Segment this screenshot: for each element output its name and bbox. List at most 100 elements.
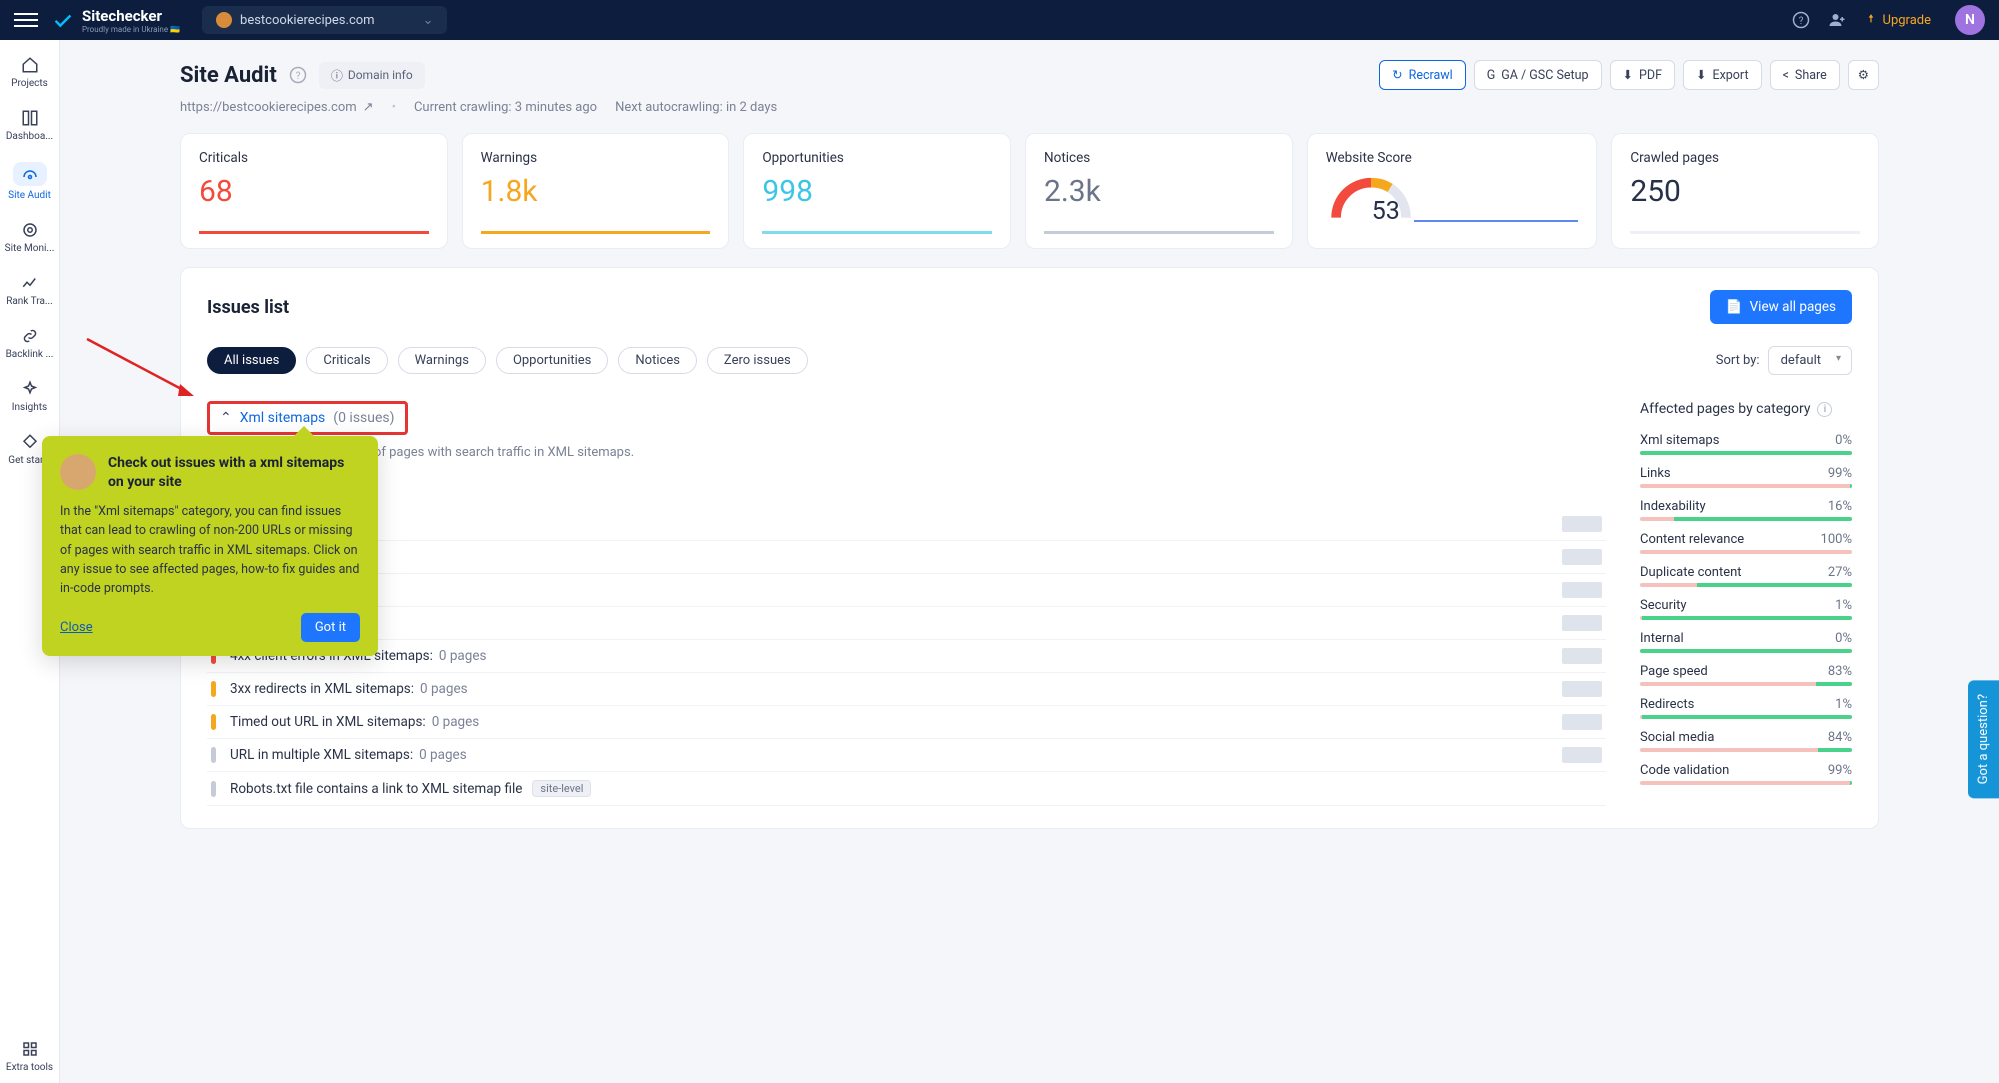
settings-button[interactable]: ⚙ [1848, 60, 1879, 90]
site-level-badge: site-level [532, 780, 591, 797]
category-row[interactable]: Xml sitemaps0% [1640, 433, 1852, 448]
issue-row[interactable]: 4xx client errors in XML sitemaps:0 page… [207, 640, 1606, 673]
export-button[interactable]: ⬇ Export [1683, 60, 1762, 90]
issue-row[interactable]: aps:0 pages [207, 541, 1606, 574]
page-header: Site Audit ? ⓘ Domain info ↻ Recrawl G G… [180, 60, 1879, 90]
dashboard-icon [21, 109, 39, 127]
logo[interactable]: Sitechecker Proudly made in Ukraine 🇺🇦 [52, 7, 180, 34]
category-row[interactable]: Links99% [1640, 466, 1852, 481]
stat-warnings[interactable]: Warnings 1.8k [462, 133, 730, 249]
issue-sparkline [1562, 549, 1602, 565]
severity-dot [211, 747, 216, 763]
pdf-button[interactable]: ⬇ PDF [1610, 60, 1675, 90]
sort-select[interactable]: default [1768, 346, 1852, 375]
tooltip-avatar [60, 454, 96, 490]
help-icon[interactable]: ? [1792, 11, 1810, 29]
severity-dot [211, 714, 216, 730]
category-row[interactable]: Duplicate content27% [1640, 565, 1852, 580]
chip-zero-issues[interactable]: Zero issues [707, 347, 808, 374]
category-row[interactable]: Redirects1% [1640, 697, 1852, 712]
category-row[interactable]: Social media84% [1640, 730, 1852, 745]
sidebar-item-backlink[interactable]: Backlink ... [2, 321, 58, 366]
category-bar [1640, 748, 1852, 752]
issue-pages: 0 pages [419, 747, 467, 763]
sidebar-item-projects[interactable]: Projects [2, 50, 58, 95]
domain-info-button[interactable]: ⓘ Domain info [319, 62, 425, 89]
issue-row[interactable]: Timed out URL in XML sitemaps:0 pages [207, 706, 1606, 739]
link-icon [21, 327, 39, 345]
stat-crawled-pages[interactable]: Crawled pages 250 [1611, 133, 1879, 249]
tooltip-gotit-button[interactable]: Got it [301, 613, 360, 642]
favicon-icon [216, 12, 232, 28]
sidebar-item-insights[interactable]: Insights [2, 374, 58, 419]
category-bar [1640, 451, 1852, 455]
category-row[interactable]: Internal0% [1640, 631, 1852, 646]
category-bar [1640, 583, 1852, 587]
site-url-link[interactable]: https://bestcookierecipes.com ↗ [180, 100, 374, 115]
category-row[interactable]: Content relevance100% [1640, 532, 1852, 547]
upgrade-icon [1864, 13, 1878, 27]
stat-website-score[interactable]: Website Score 53 [1307, 133, 1598, 249]
chip-opportunities[interactable]: Opportunities [496, 347, 608, 374]
chip-all-issues[interactable]: All issues [207, 347, 296, 374]
diamond-icon [21, 433, 39, 451]
issue-row[interactable]: 3xx redirects in XML sitemaps:0 pages [207, 673, 1606, 706]
top-header: Sitechecker Proudly made in Ukraine 🇺🇦 b… [0, 0, 1999, 40]
issues-title: Issues list [207, 297, 289, 318]
category-bar [1640, 715, 1852, 719]
tooltip-body: In the "Xml sitemaps" category, you can … [60, 502, 360, 599]
stat-notices[interactable]: Notices 2.3k [1025, 133, 1293, 249]
gauge-icon [1326, 174, 1416, 222]
issue-row[interactable]: Robots.txt file contains a link to XML s… [207, 772, 1606, 806]
category-bar [1640, 616, 1852, 620]
category-bar [1640, 484, 1852, 488]
info-icon: ⓘ [331, 67, 343, 84]
svg-text:?: ? [296, 71, 301, 82]
chip-notices[interactable]: Notices [618, 347, 697, 374]
category-row[interactable]: Page speed83% [1640, 664, 1852, 679]
recrawl-button[interactable]: ↻ Recrawl [1379, 60, 1466, 90]
issue-sparkline [1562, 714, 1602, 730]
sidebar-item-site-monitor[interactable]: Site Moni... [2, 215, 58, 260]
issue-row[interactable]: sitemaps:0 pages [207, 508, 1606, 541]
add-user-icon[interactable] [1828, 11, 1846, 29]
category-row[interactable]: Security1% [1640, 598, 1852, 613]
category-row[interactable]: Code validation99% [1640, 763, 1852, 778]
categories-title: Affected pages by category [1640, 401, 1810, 417]
share-button[interactable]: < Share [1770, 60, 1840, 90]
question-tab[interactable]: Got a question? [1968, 680, 1999, 798]
issue-row[interactable]: emaps:0 pages [207, 574, 1606, 607]
help-icon[interactable]: ? [289, 66, 307, 84]
issue-sparkline [1562, 582, 1602, 598]
tooltip-title: Check out issues with a xml sitemaps on … [108, 454, 360, 492]
download-icon: ⬇ [1623, 67, 1633, 83]
chevron-up-icon: ⌃ [220, 410, 232, 426]
severity-dot [211, 681, 216, 697]
issue-row[interactable]: emaps:0 pages [207, 607, 1606, 640]
issue-row[interactable]: URL in multiple XML sitemaps: 0 pages [207, 739, 1606, 772]
issue-sparkline [1562, 648, 1602, 664]
categories-panel: Affected pages by category i Xml sitemap… [1640, 401, 1852, 806]
stat-opportunities[interactable]: Opportunities 998 [743, 133, 1011, 249]
sidebar-item-extra-tools[interactable]: Extra tools [2, 1034, 58, 1079]
tooltip-close[interactable]: Close [60, 620, 93, 635]
sub-header: https://bestcookierecipes.com ↗ • Curren… [180, 100, 1879, 115]
sidebar-item-rank-tracker[interactable]: Rank Tra... [2, 268, 58, 313]
category-bar [1640, 550, 1852, 554]
stat-criticals[interactable]: Criticals 68 [180, 133, 448, 249]
current-crawl-text: Current crawling: 3 minutes ago [414, 100, 597, 115]
issue-name: URL in multiple XML sitemaps: [230, 747, 413, 763]
upgrade-button[interactable]: Upgrade [1864, 13, 1931, 28]
chip-criticals[interactable]: Criticals [306, 347, 387, 374]
domain-selector[interactable]: bestcookierecipes.com ⌄ [202, 6, 447, 34]
sidebar-item-dashboard[interactable]: Dashboa... [2, 103, 58, 148]
avatar[interactable]: N [1955, 5, 1985, 35]
next-crawl-text: Next autocrawling: in 2 days [615, 100, 777, 115]
chip-warnings[interactable]: Warnings [398, 347, 486, 374]
menu-icon[interactable] [14, 9, 38, 31]
view-all-pages-button[interactable]: 📄 View all pages [1710, 290, 1852, 324]
category-row[interactable]: Indexability16% [1640, 499, 1852, 514]
sidebar-item-site-audit[interactable]: Site Audit [2, 156, 58, 207]
info-icon[interactable]: i [1817, 402, 1832, 417]
ga-setup-button[interactable]: G GA / GSC Setup [1474, 60, 1602, 90]
